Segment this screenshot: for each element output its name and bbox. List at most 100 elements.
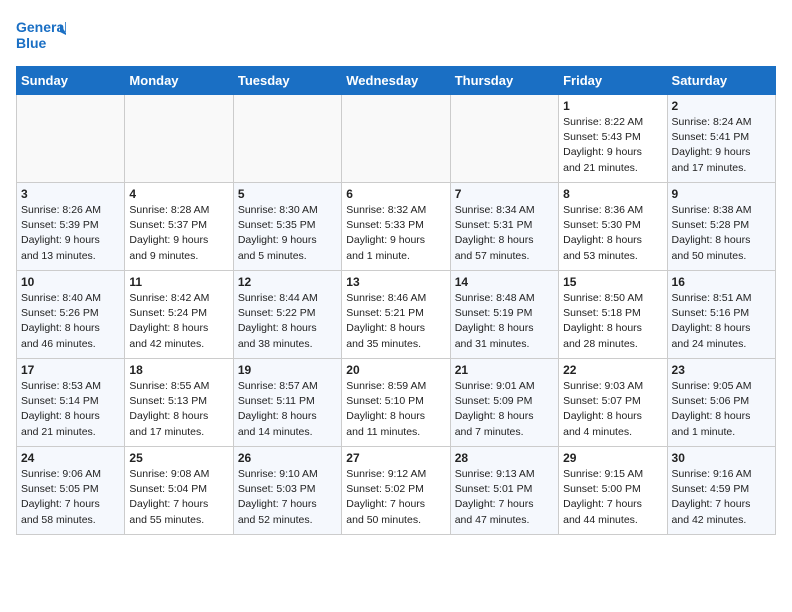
calendar-cell: 29Sunrise: 9:15 AM Sunset: 5:00 PM Dayli… [559,447,667,535]
svg-text:Blue: Blue [16,35,47,51]
day-number: 2 [672,99,771,113]
day-info: Sunrise: 8:46 AM Sunset: 5:21 PM Dayligh… [346,291,445,352]
calendar-header-row: SundayMondayTuesdayWednesdayThursdayFrid… [17,67,776,95]
day-info: Sunrise: 9:16 AM Sunset: 4:59 PM Dayligh… [672,467,771,528]
day-info: Sunrise: 9:06 AM Sunset: 5:05 PM Dayligh… [21,467,120,528]
day-number: 13 [346,275,445,289]
calendar-cell [342,95,450,183]
calendar-cell: 30 Sunrise: 9:16 AM Sunset: 4:59 PM Dayli… [667,447,775,535]
calendar-cell [233,95,341,183]
day-number: 14 [455,275,554,289]
day-number: 18 [129,363,228,377]
calendar-week-row: 1 Sunrise: 8:22 AM Sunset: 5:43 PM Daylig… [17,95,776,183]
day-number: 7 [455,187,554,201]
calendar-cell [125,95,233,183]
day-number: 5 [238,187,337,201]
day-info: Sunrise: 8:34 AM Sunset: 5:31 PM Dayligh… [455,203,554,264]
day-number: 26 [238,451,337,465]
calendar-cell: 20 Sunrise: 8:59 AM Sunset: 5:10 PM Dayli… [342,359,450,447]
day-info: Sunrise: 8:28 AM Sunset: 5:37 PM Dayligh… [129,203,228,264]
calendar-cell: 24 Sunrise: 9:06 AM Sunset: 5:05 PM Dayli… [17,447,125,535]
day-number: 1 [563,99,662,113]
day-number: 8 [563,187,662,201]
day-number: 6 [346,187,445,201]
day-number: 22 [563,363,662,377]
calendar-cell: 23Sunrise: 9:05 AM Sunset: 5:06 PM Dayli… [667,359,775,447]
day-info: Sunrise: 8:40 AM Sunset: 5:26 PM Dayligh… [21,291,120,352]
calendar-cell: 27 Sunrise: 9:12 AM Sunset: 5:02 PM Dayli… [342,447,450,535]
day-info: Sunrise: 9:12 AM Sunset: 5:02 PM Dayligh… [346,467,445,528]
calendar-cell: 1 Sunrise: 8:22 AM Sunset: 5:43 PM Daylig… [559,95,667,183]
day-info: Sunrise: 8:50 AM Sunset: 5:18 PM Dayligh… [563,291,662,352]
day-number: 21 [455,363,554,377]
calendar-cell: 7 Sunrise: 8:34 AM Sunset: 5:31 PM Daylig… [450,183,558,271]
day-info: Sunrise: 9:01 AM Sunset: 5:09 PM Dayligh… [455,379,554,440]
day-number: 11 [129,275,228,289]
day-number: 10 [21,275,120,289]
calendar-cell: 2 Sunrise: 8:24 AM Sunset: 5:41 PM Daylig… [667,95,775,183]
calendar-week-row: 3 Sunrise: 8:26 AM Sunset: 5:39 PM Daylig… [17,183,776,271]
svg-text:General: General [16,19,66,35]
day-number: 4 [129,187,228,201]
logo: General Blue [16,16,66,58]
day-info: Sunrise: 8:32 AM Sunset: 5:33 PM Dayligh… [346,203,445,264]
calendar-cell: 28Sunrise: 9:13 AM Sunset: 5:01 PM Dayli… [450,447,558,535]
day-info: Sunrise: 9:13 AM Sunset: 5:01 PM Dayligh… [455,467,554,528]
calendar-cell: 4 Sunrise: 8:28 AM Sunset: 5:37 PM Daylig… [125,183,233,271]
calendar-cell: 13 Sunrise: 8:46 AM Sunset: 5:21 PM Dayli… [342,271,450,359]
day-info: Sunrise: 9:08 AM Sunset: 5:04 PM Dayligh… [129,467,228,528]
day-number: 17 [21,363,120,377]
calendar-day-header: Thursday [450,67,558,95]
calendar-cell: 22 Sunrise: 9:03 AM Sunset: 5:07 PM Dayli… [559,359,667,447]
day-info: Sunrise: 8:44 AM Sunset: 5:22 PM Dayligh… [238,291,337,352]
calendar-week-row: 17Sunrise: 8:53 AM Sunset: 5:14 PM Dayli… [17,359,776,447]
day-number: 19 [238,363,337,377]
day-info: Sunrise: 8:24 AM Sunset: 5:41 PM Dayligh… [672,115,771,176]
day-number: 23 [672,363,771,377]
calendar-cell: 25 Sunrise: 9:08 AM Sunset: 5:04 PM Dayli… [125,447,233,535]
day-info: Sunrise: 8:42 AM Sunset: 5:24 PM Dayligh… [129,291,228,352]
day-number: 9 [672,187,771,201]
calendar-cell: 5Sunrise: 8:30 AM Sunset: 5:35 PM Daylig… [233,183,341,271]
calendar-day-header: Sunday [17,67,125,95]
day-number: 24 [21,451,120,465]
calendar-cell: 16Sunrise: 8:51 AM Sunset: 5:16 PM Dayli… [667,271,775,359]
day-number: 3 [21,187,120,201]
calendar-week-row: 24 Sunrise: 9:06 AM Sunset: 5:05 PM Dayli… [17,447,776,535]
day-info: Sunrise: 8:59 AM Sunset: 5:10 PM Dayligh… [346,379,445,440]
day-info: Sunrise: 8:36 AM Sunset: 5:30 PM Dayligh… [563,203,662,264]
calendar-cell: 17Sunrise: 8:53 AM Sunset: 5:14 PM Dayli… [17,359,125,447]
day-info: Sunrise: 9:03 AM Sunset: 5:07 PM Dayligh… [563,379,662,440]
calendar-cell: 18 Sunrise: 8:55 AM Sunset: 5:13 PM Dayli… [125,359,233,447]
calendar-cell [450,95,558,183]
day-info: Sunrise: 8:48 AM Sunset: 5:19 PM Dayligh… [455,291,554,352]
calendar-cell: 26 Sunrise: 9:10 AM Sunset: 5:03 PM Dayli… [233,447,341,535]
calendar-cell: 15 Sunrise: 8:50 AM Sunset: 5:18 PM Dayli… [559,271,667,359]
day-number: 20 [346,363,445,377]
day-info: Sunrise: 8:57 AM Sunset: 5:11 PM Dayligh… [238,379,337,440]
day-number: 25 [129,451,228,465]
day-number: 27 [346,451,445,465]
calendar-cell [17,95,125,183]
day-info: Sunrise: 8:38 AM Sunset: 5:28 PM Dayligh… [672,203,771,264]
day-number: 15 [563,275,662,289]
day-info: Sunrise: 9:10 AM Sunset: 5:03 PM Dayligh… [238,467,337,528]
day-number: 16 [672,275,771,289]
calendar-cell: 12 Sunrise: 8:44 AM Sunset: 5:22 PM Dayli… [233,271,341,359]
calendar-cell: 14 Sunrise: 8:48 AM Sunset: 5:19 PM Dayli… [450,271,558,359]
calendar-cell: 6 Sunrise: 8:32 AM Sunset: 5:33 PM Daylig… [342,183,450,271]
day-info: Sunrise: 8:55 AM Sunset: 5:13 PM Dayligh… [129,379,228,440]
calendar-day-header: Tuesday [233,67,341,95]
day-info: Sunrise: 8:26 AM Sunset: 5:39 PM Dayligh… [21,203,120,264]
logo-svg: General Blue [16,16,66,58]
calendar-cell: 19 Sunrise: 8:57 AM Sunset: 5:11 PM Dayli… [233,359,341,447]
calendar-day-header: Monday [125,67,233,95]
page-header: General Blue [16,16,776,58]
day-info: Sunrise: 9:15 AM Sunset: 5:00 PM Dayligh… [563,467,662,528]
calendar-week-row: 10 Sunrise: 8:40 AM Sunset: 5:26 PM Dayli… [17,271,776,359]
day-info: Sunrise: 8:22 AM Sunset: 5:43 PM Dayligh… [563,115,662,176]
day-number: 30 [672,451,771,465]
calendar-cell: 8 Sunrise: 8:36 AM Sunset: 5:30 PM Daylig… [559,183,667,271]
day-number: 12 [238,275,337,289]
calendar-day-header: Wednesday [342,67,450,95]
